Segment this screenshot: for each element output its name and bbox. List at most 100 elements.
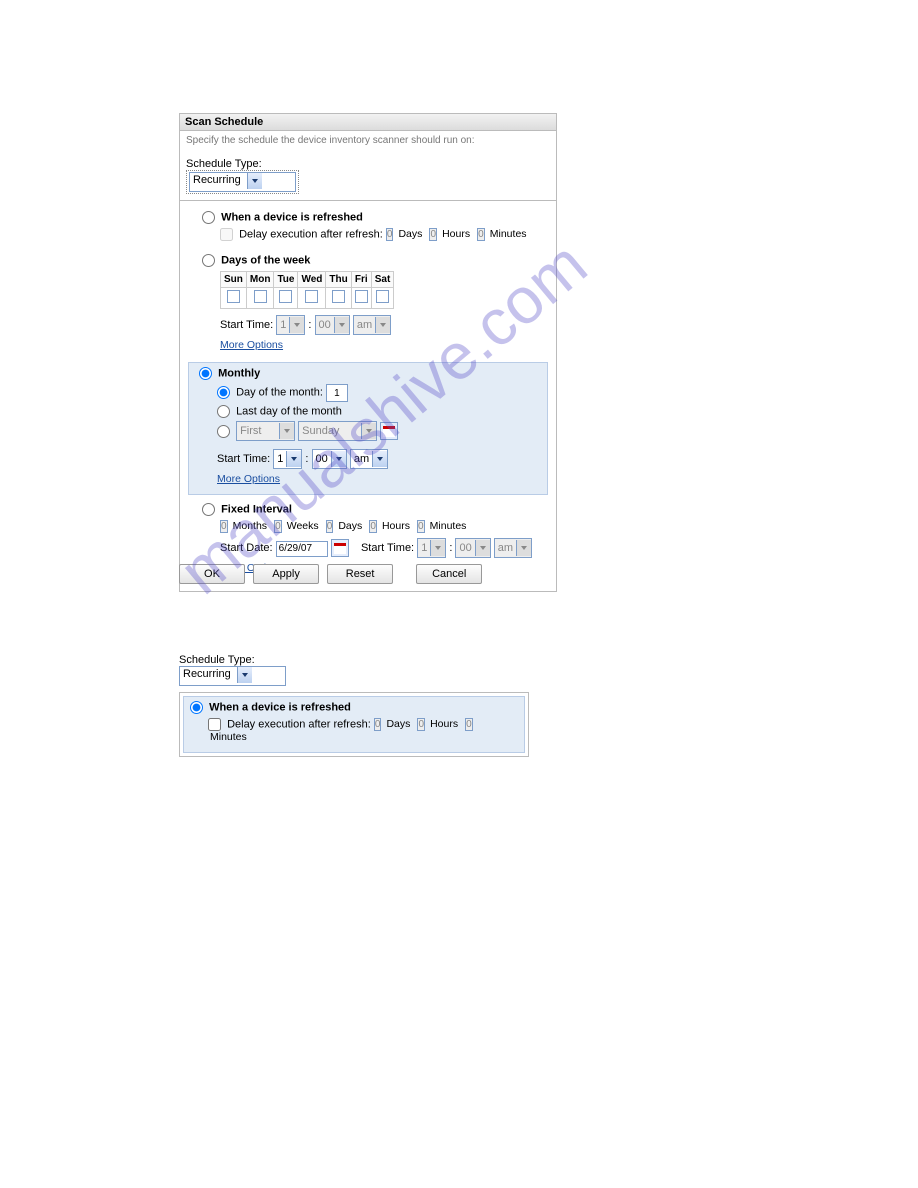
fi-hours-input[interactable]: 0 <box>369 520 377 533</box>
monthly-minute-select[interactable]: 00 <box>312 449 347 469</box>
fi-hour-select[interactable]: 1 <box>417 538 446 558</box>
schedule-snippet-2: Schedule Type: Recurring When a device i… <box>179 654 529 757</box>
delay-checkbox[interactable] <box>220 228 233 241</box>
radio-when-refreshed[interactable] <box>202 211 215 224</box>
hours-input[interactable]: 0 <box>429 228 437 241</box>
fi-days-input[interactable]: 0 <box>326 520 334 533</box>
minutes-label: Minutes <box>490 228 527 240</box>
radio-day-of-month[interactable] <box>217 386 230 399</box>
dow-start-time-label: Start Time: <box>220 319 273 331</box>
weekday-select[interactable]: Sunday <box>298 421 377 441</box>
days-label-2: Days <box>386 718 410 730</box>
calendar-icon[interactable] <box>380 422 398 440</box>
minutes-label-2: Minutes <box>210 731 247 743</box>
section-monthly: Monthly Day of the month: Last day of th… <box>188 362 548 495</box>
chk-wed[interactable] <box>305 290 318 303</box>
days-label: Days <box>398 228 422 240</box>
chevron-down-icon <box>372 451 387 467</box>
chevron-down-icon <box>289 317 304 333</box>
chk-mon[interactable] <box>254 290 267 303</box>
section-when-refreshed: When a device is refreshed Delay executi… <box>186 207 550 250</box>
dow-title: Days of the week <box>221 254 310 266</box>
radio-when-refreshed-2[interactable] <box>190 701 203 714</box>
chk-sat[interactable] <box>376 290 389 303</box>
chevron-down-icon <box>516 540 531 556</box>
section-days-of-week: Days of the week Sun Mon Tue Wed Thu Fri… <box>186 250 550 360</box>
radio-fixed-interval[interactable] <box>202 503 215 516</box>
chevron-down-icon <box>286 451 301 467</box>
fi-days-label: Days <box>338 520 362 532</box>
monthly-hour-select[interactable]: 1 <box>273 449 302 469</box>
minutes-input[interactable]: 0 <box>477 228 485 241</box>
radio-days-of-week[interactable] <box>202 254 215 267</box>
days-input[interactable]: 0 <box>386 228 394 241</box>
hours-label: Hours <box>442 228 470 240</box>
calendar-icon[interactable] <box>331 539 349 557</box>
chevron-down-icon <box>247 173 262 189</box>
dow-sun: Sun <box>221 272 247 288</box>
chk-sun[interactable] <box>227 290 240 303</box>
radio-monthly[interactable] <box>199 367 212 380</box>
radio-ordinal-weekday[interactable] <box>217 425 230 438</box>
delay-checkbox-2[interactable] <box>208 718 221 731</box>
panel-description: Specify the schedule the device inventor… <box>186 135 550 146</box>
dow-hour-select[interactable]: 1 <box>276 315 305 335</box>
hours-input-2[interactable]: 0 <box>417 718 425 731</box>
fi-ampm-select[interactable]: am <box>494 538 532 558</box>
fi-start-time-label: Start Time: <box>361 542 414 554</box>
minutes-input-2[interactable]: 0 <box>465 718 473 731</box>
monthly-start-time-label: Start Time: <box>217 453 270 465</box>
weeks-input[interactable]: 0 <box>274 520 282 533</box>
reset-button[interactable]: Reset <box>327 564 393 584</box>
delay-label-2: Delay execution after refresh: <box>227 718 371 730</box>
monthly-more-options-link[interactable]: More Options <box>217 473 280 485</box>
chk-tue[interactable] <box>279 290 292 303</box>
when-refreshed-title: When a device is refreshed <box>221 211 363 223</box>
months-input[interactable]: 0 <box>220 520 228 533</box>
chk-fri[interactable] <box>355 290 368 303</box>
chevron-down-icon <box>430 540 445 556</box>
scan-schedule-panel: Scan Schedule Specify the schedule the d… <box>179 113 557 592</box>
fi-minute-select[interactable]: 00 <box>455 538 490 558</box>
dow-fri: Fri <box>351 272 371 288</box>
months-label: Months <box>233 520 267 532</box>
day-of-month-label: Day of the month: <box>236 387 323 399</box>
fi-hours-label: Hours <box>382 520 410 532</box>
last-day-label: Last day of the month <box>236 405 342 417</box>
chevron-down-icon <box>331 451 346 467</box>
dow-ampm-select[interactable]: am <box>353 315 391 335</box>
day-of-month-input[interactable] <box>326 384 348 402</box>
chevron-down-icon <box>475 540 490 556</box>
start-date-input[interactable] <box>276 541 328 557</box>
when-refreshed-title-2: When a device is refreshed <box>209 701 351 713</box>
weeks-label: Weeks <box>287 520 319 532</box>
radio-last-day[interactable] <box>217 405 230 418</box>
ordinal-select[interactable]: First <box>236 421 295 441</box>
fi-minutes-input[interactable]: 0 <box>417 520 425 533</box>
schedule-type-label-2: Schedule Type: <box>179 654 529 666</box>
monthly-ampm-select[interactable]: am <box>350 449 388 469</box>
button-row: OK Apply Reset Cancel <box>179 564 487 584</box>
dow-thu: Thu <box>326 272 351 288</box>
apply-button[interactable]: Apply <box>253 564 319 584</box>
chevron-down-icon <box>375 317 390 333</box>
dow-more-options-link[interactable]: More Options <box>220 339 283 351</box>
dow-wed: Wed <box>298 272 326 288</box>
chevron-down-icon <box>361 423 376 439</box>
schedule-type-select-2[interactable]: Recurring <box>179 666 286 686</box>
days-input-2[interactable]: 0 <box>374 718 382 731</box>
monthly-title: Monthly <box>218 367 260 379</box>
dow-tue: Tue <box>274 272 298 288</box>
fixed-title: Fixed Interval <box>221 503 292 515</box>
fi-minutes-label: Minutes <box>430 520 467 532</box>
ok-button[interactable]: OK <box>179 564 245 584</box>
panel-title: Scan Schedule <box>179 113 557 131</box>
chevron-down-icon <box>334 317 349 333</box>
schedule-type-label: Schedule Type: <box>186 158 550 170</box>
cancel-button[interactable]: Cancel <box>416 564 482 584</box>
dow-minute-select[interactable]: 00 <box>315 315 350 335</box>
schedule-type-select[interactable]: Recurring <box>189 172 296 192</box>
chk-thu[interactable] <box>332 290 345 303</box>
hours-label-2: Hours <box>430 718 458 730</box>
delay-label: Delay execution after refresh: <box>239 228 383 240</box>
